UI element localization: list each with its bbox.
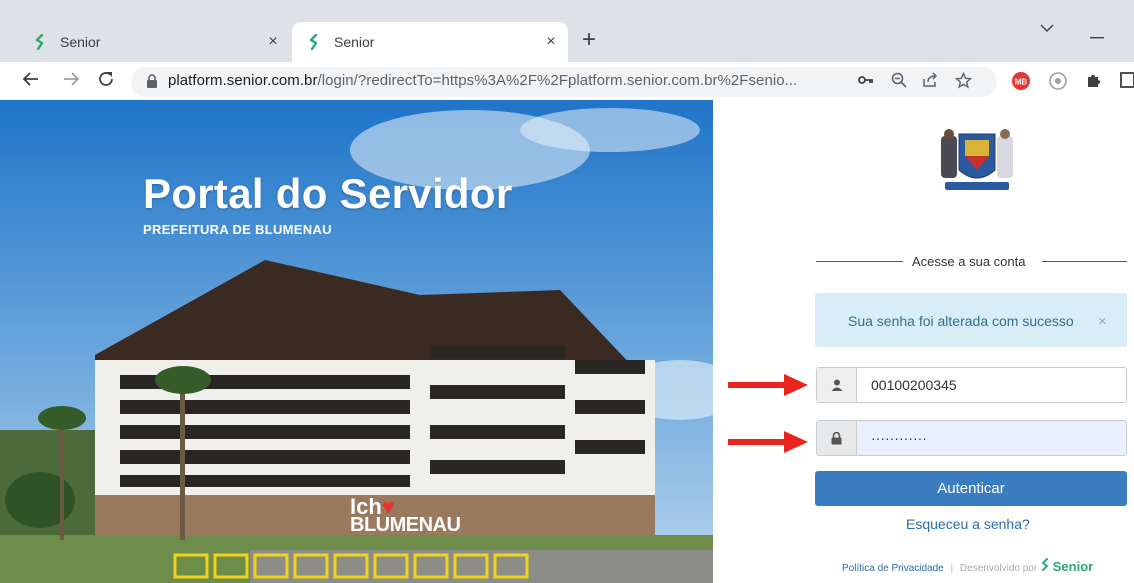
- senior-brand-link[interactable]: Senior: [1053, 559, 1093, 574]
- lock-icon[interactable]: [146, 74, 158, 94]
- minimize-icon[interactable]: [1090, 26, 1104, 43]
- url-text[interactable]: platform.senior.com.br/login/?redirectTo…: [168, 72, 797, 89]
- hero-subtitle: PREFEITURA DE BLUMENAU: [143, 222, 332, 237]
- password-field[interactable]: [816, 420, 1127, 456]
- alert-message: Sua senha foi alterada com sucesso: [848, 313, 1074, 329]
- tab-title: Senior: [60, 34, 101, 50]
- city-crest-logo: [939, 126, 1015, 201]
- authenticate-button[interactable]: Autenticar: [815, 471, 1127, 506]
- developed-by-label: Desenvolvido por: [959, 563, 1038, 574]
- extension-circle-icon[interactable]: [1048, 71, 1068, 96]
- red-arrow-icon: [728, 372, 810, 403]
- tab-close-icon[interactable]: ×: [540, 33, 562, 51]
- reload-icon[interactable]: [97, 70, 115, 93]
- padlock-icon: [817, 421, 857, 455]
- forward-icon[interactable]: [62, 70, 80, 93]
- login-heading: Acesse a sua conta: [912, 254, 1026, 269]
- share-icon[interactable]: [922, 72, 938, 93]
- url-host: platform.senior.com.br: [168, 72, 318, 89]
- tab-senior-2[interactable]: Senior ×: [292, 22, 568, 62]
- senior-logo-icon: [1040, 558, 1053, 574]
- tab-close-icon[interactable]: ×: [262, 33, 284, 51]
- tab-search-chevron-icon[interactable]: [1040, 20, 1054, 37]
- alert-close-icon[interactable]: ×: [1098, 313, 1107, 330]
- red-arrow-icon: [728, 429, 810, 460]
- password-input[interactable]: [857, 421, 1125, 455]
- divider-line-left: [816, 261, 903, 262]
- username-input[interactable]: [857, 368, 1125, 402]
- senior-favicon-icon: [306, 34, 322, 50]
- tab-strip: Senior × Senior × +: [0, 0, 1134, 62]
- back-icon[interactable]: [22, 70, 40, 93]
- username-field[interactable]: [816, 367, 1127, 403]
- svg-text:MB: MB: [1015, 78, 1028, 87]
- login-footer: Política de Privacidade | Desenvolvido p…: [842, 558, 1093, 574]
- user-icon: [817, 368, 857, 402]
- senior-favicon-icon: [32, 34, 48, 50]
- zoom-icon[interactable]: [891, 72, 907, 93]
- privacy-policy-link[interactable]: Política de Privacidade: [842, 563, 944, 574]
- logo-line2: BLUMENAU: [350, 514, 461, 536]
- forgot-password-link[interactable]: Esqueceu a senha?: [906, 516, 1030, 532]
- ich-blumenau-logo: Ich♥ BLUMENAU: [350, 496, 461, 536]
- sidepanel-icon[interactable]: [1120, 71, 1134, 94]
- url-path: /login/?redirectTo=https%3A%2F%2Fplatfor…: [317, 72, 798, 89]
- tab-senior-1[interactable]: Senior ×: [18, 22, 290, 62]
- puzzle-icon[interactable]: [1085, 71, 1103, 94]
- key-icon[interactable]: [858, 72, 874, 93]
- star-icon[interactable]: [954, 71, 973, 94]
- new-tab-button[interactable]: +: [582, 28, 596, 52]
- hero-title: Portal do Servidor: [143, 170, 513, 217]
- tab-title: Senior: [334, 34, 375, 50]
- divider-line-right: [1042, 261, 1127, 262]
- extension-badge-icon[interactable]: MB: [1011, 71, 1031, 96]
- footer-separator: |: [950, 563, 954, 574]
